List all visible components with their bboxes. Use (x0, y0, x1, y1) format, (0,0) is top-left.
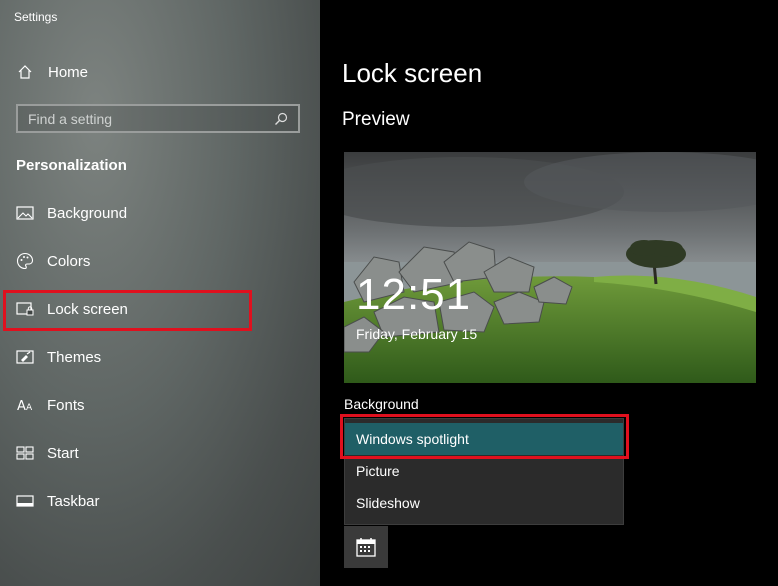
taskbar-icon (16, 492, 34, 510)
preview-clock: 12:51 (356, 270, 472, 319)
calendar-app-button[interactable] (344, 526, 388, 568)
sidebar-item-taskbar[interactable]: Taskbar (16, 490, 100, 512)
main-panel: Lock screen Preview 12:51 Friday, Februa… (320, 0, 778, 586)
sidebar-item-start[interactable]: Start (16, 442, 79, 464)
sidebar-item-label: Taskbar (47, 492, 100, 510)
sidebar-item-colors[interactable]: Colors (16, 250, 90, 272)
preview-heading: Preview (342, 109, 410, 130)
themes-icon (16, 348, 34, 366)
sidebar-item-label: Colors (47, 252, 91, 270)
svg-text:A: A (26, 403, 33, 413)
annotation-highlight-windows-spotlight (340, 414, 629, 459)
sidebar: Settings Home Personalization Background… (0, 0, 320, 586)
sidebar-item-fonts[interactable]: AA Fonts (16, 394, 85, 416)
sidebar-item-label: Themes (47, 348, 102, 366)
dropdown-option-slideshow[interactable]: Slideshow (345, 487, 623, 519)
search-icon[interactable] (272, 110, 290, 128)
palette-icon (16, 252, 34, 270)
sidebar-item-home[interactable]: Home (16, 63, 88, 81)
search-input[interactable] (28, 110, 272, 127)
home-icon (16, 63, 34, 81)
calendar-icon (355, 536, 377, 558)
section-title: Personalization (16, 157, 127, 174)
annotation-highlight-lock-screen (3, 290, 252, 331)
background-label: Background (344, 396, 419, 412)
window-title: Settings (14, 10, 58, 24)
sidebar-item-background[interactable]: Background (16, 202, 127, 224)
preview-date: Friday, February 15 (356, 326, 478, 342)
sidebar-item-label: Fonts (47, 396, 85, 414)
image-icon (16, 204, 34, 222)
preview-landscape-image (344, 152, 756, 383)
sidebar-item-themes[interactable]: Themes (16, 346, 101, 368)
dropdown-option-picture[interactable]: Picture (345, 455, 623, 487)
svg-text:A: A (17, 399, 26, 413)
home-label: Home (48, 63, 89, 81)
lock-screen-preview: 12:51 Friday, February 15 (344, 152, 756, 383)
start-icon (16, 444, 34, 462)
fonts-icon: AA (16, 396, 34, 414)
sidebar-item-label: Background (47, 204, 128, 222)
search-box[interactable] (16, 104, 300, 133)
page-title: Lock screen (342, 58, 483, 88)
sidebar-item-label: Start (47, 444, 79, 462)
